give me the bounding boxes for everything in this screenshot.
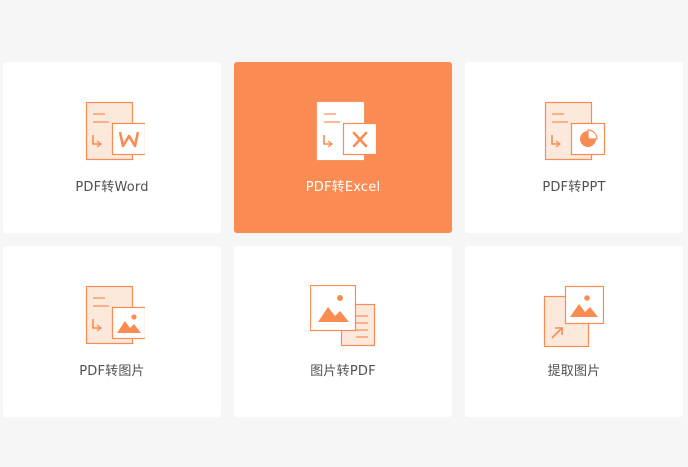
extract-image-label: 提取图片 [547, 364, 601, 379]
image-to-pdf-label: 图片转PDF [310, 364, 376, 379]
conversion-tool-grid: PDF转Word PDF转Excel PDF转PPT PDF转图片 图片转PDF… [3, 62, 683, 417]
pdf-to-word-icon [85, 101, 145, 161]
pdf-to-ppt-card[interactable]: PDF转PPT [465, 62, 683, 233]
pdf-to-word-label: PDF转Word [75, 180, 149, 195]
extract-image-card[interactable]: 提取图片 [465, 246, 683, 417]
pdf-to-image-label: PDF转图片 [79, 364, 145, 379]
pdf-to-excel-icon [316, 101, 376, 161]
pdf-to-excel-label: PDF转Excel [305, 180, 381, 195]
pdf-to-ppt-label: PDF转PPT [542, 180, 606, 195]
image-to-pdf-icon [310, 285, 376, 347]
pdf-to-excel-card[interactable]: PDF转Excel [234, 62, 452, 233]
pdf-to-image-icon [85, 285, 145, 345]
image-to-pdf-card[interactable]: 图片转PDF [234, 246, 452, 417]
extract-image-icon [543, 285, 605, 348]
pdf-to-image-card[interactable]: PDF转图片 [3, 246, 221, 417]
pdf-to-ppt-icon [544, 101, 606, 161]
pdf-to-word-card[interactable]: PDF转Word [3, 62, 221, 233]
